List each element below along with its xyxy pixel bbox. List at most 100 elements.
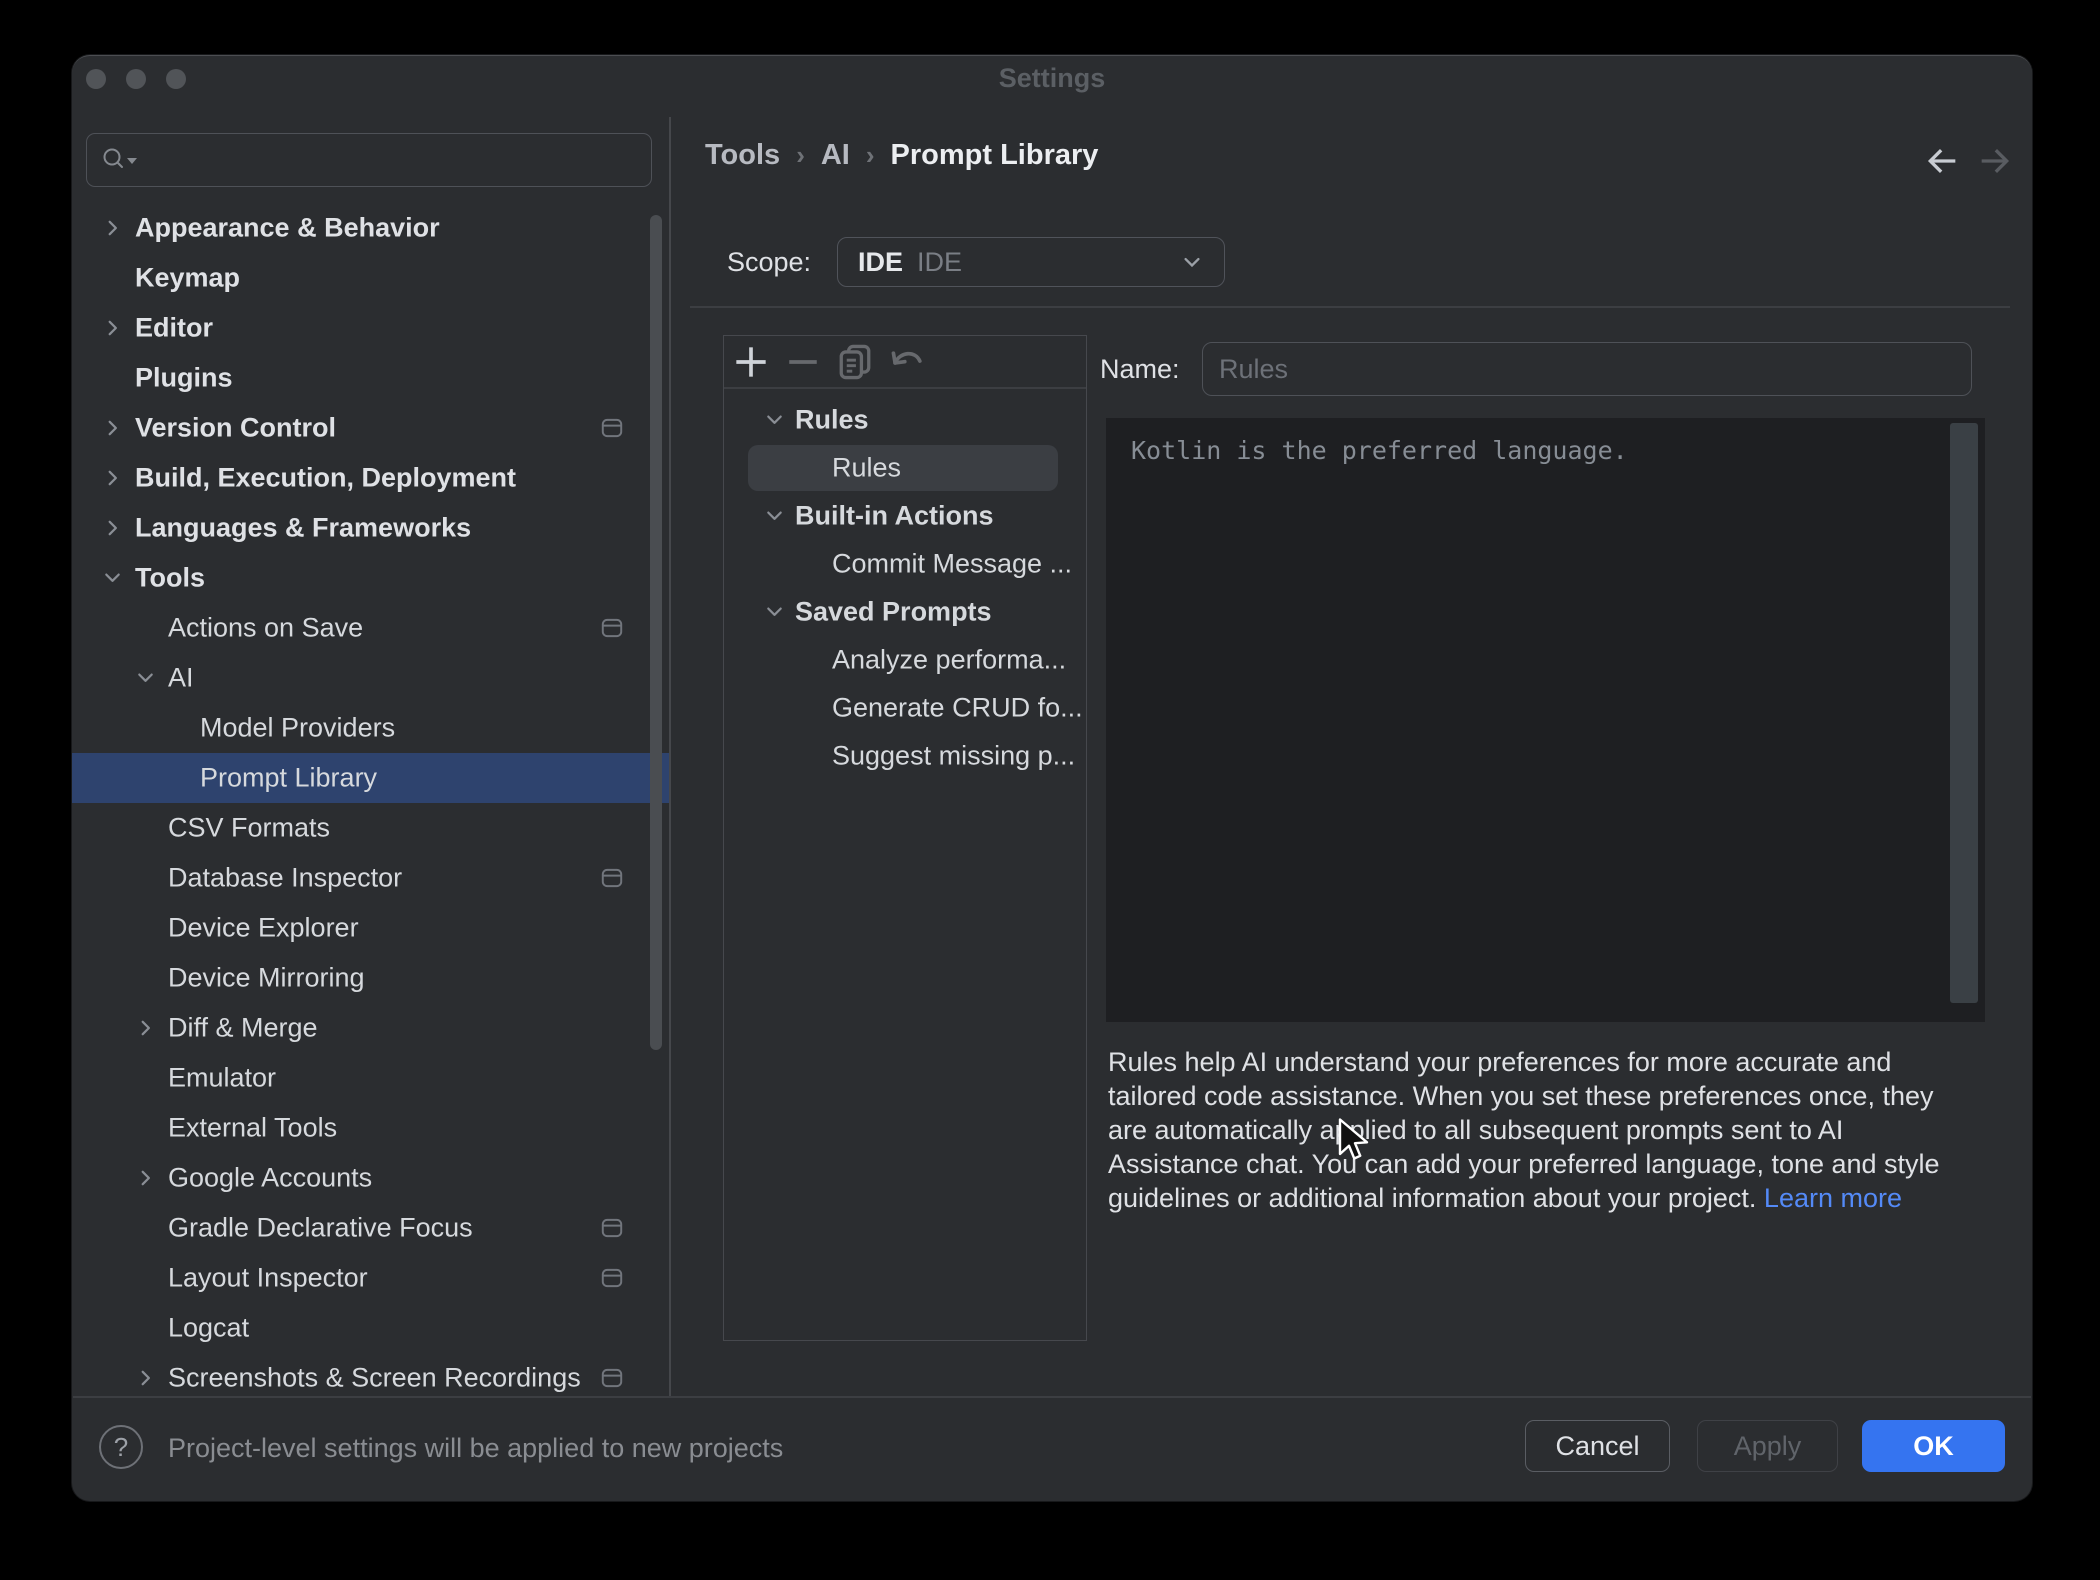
chevron-right-icon[interactable] [132, 1165, 159, 1192]
prompt-tree-item-saved-prompts[interactable]: Saved Prompts [726, 588, 1084, 636]
sidebar-item-label: AI [168, 663, 194, 694]
sidebar-item-tools[interactable]: Tools [72, 553, 669, 603]
search-icon [101, 145, 143, 180]
scope-value-primary: IDE [858, 247, 903, 278]
sidebar-item-label: Layout Inspector [168, 1263, 368, 1294]
sidebar-item-logcat[interactable]: Logcat [72, 1303, 669, 1353]
sidebar-item-label: Model Providers [200, 713, 395, 744]
sidebar-item-appearance-behavior[interactable]: Appearance & Behavior [72, 203, 669, 253]
prompt-tree-item-rules[interactable]: Rules [726, 444, 1084, 492]
chevron-right-icon[interactable] [99, 465, 126, 492]
scope-label: Scope: [727, 247, 811, 278]
forward-button[interactable] [1975, 141, 2015, 181]
sidebar-item-ai[interactable]: AI [72, 653, 669, 703]
description-line: tailored code assistance. When you set t… [1108, 1081, 1933, 1111]
sidebar-item-keymap[interactable]: Keymap [72, 253, 669, 303]
sidebar-item-device-explorer[interactable]: Device Explorer [72, 903, 669, 953]
rules-description: Rules help AI understand your preference… [1108, 1045, 1940, 1215]
prompt-tree-item-suggest-missing-p[interactable]: Suggest missing p... [726, 732, 1084, 780]
mouse-cursor [1337, 1118, 1379, 1171]
chevron-right-icon[interactable] [132, 1015, 159, 1042]
chevron-right-icon[interactable] [132, 1365, 159, 1392]
sidebar-item-version-control[interactable]: Version Control [72, 403, 669, 453]
sidebar-item-label: Actions on Save [168, 613, 363, 644]
sidebar-item-diff-merge[interactable]: Diff & Merge [72, 1003, 669, 1053]
prompt-tree-item-commit-message[interactable]: Commit Message ... [726, 540, 1084, 588]
chevron-right-icon[interactable] [99, 415, 126, 442]
description-line: Rules help AI understand your preference… [1108, 1047, 1891, 1077]
breadcrumb-tools[interactable]: Tools [705, 139, 780, 172]
learn-more-link[interactable]: Learn more [1764, 1183, 1902, 1213]
sidebar-item-device-mirroring[interactable]: Device Mirroring [72, 953, 669, 1003]
prompt-tree-item-generate-crud-fo[interactable]: Generate CRUD fo... [726, 684, 1084, 732]
sidebar-item-label: Gradle Declarative Focus [168, 1213, 473, 1244]
help-button[interactable]: ? [99, 1425, 143, 1469]
screen: Settings Appearance & BehaviorKeymap Edit… [0, 0, 2100, 1580]
chevron-down-icon[interactable] [761, 503, 788, 530]
scope-value-secondary: IDE [917, 247, 962, 278]
window-pane-icon [599, 1365, 625, 1391]
sidebar-scrollbar[interactable] [650, 215, 662, 1050]
sidebar-item-editor[interactable]: Editor [72, 303, 669, 353]
sidebar-item-database-inspector[interactable]: Database Inspector [72, 853, 669, 903]
sidebar-item-languages-frameworks[interactable]: Languages & Frameworks [72, 503, 669, 553]
sidebar-item-prompt-library[interactable]: Prompt Library [72, 753, 669, 803]
window-pane-icon [599, 865, 625, 891]
prompt-editor[interactable]: Kotlin is the preferred language. [1106, 418, 1985, 1022]
chevron-right-icon: › [796, 140, 805, 171]
prompt-tree-item-label: Commit Message ... [832, 549, 1072, 580]
scope-select[interactable]: IDE IDE [837, 237, 1225, 287]
undo-button[interactable] [885, 340, 929, 384]
cancel-button[interactable]: Cancel [1525, 1420, 1670, 1472]
scope-divider [690, 306, 2010, 308]
duplicate-prompt-button[interactable] [833, 340, 877, 384]
chevron-right-icon[interactable] [99, 515, 126, 542]
sidebar-item-actions-on-save[interactable]: Actions on Save [72, 603, 669, 653]
window-title: Settings [72, 63, 2032, 94]
sidebar-item-layout-inspector[interactable]: Layout Inspector [72, 1253, 669, 1303]
prompt-tree-item-label: Analyze performa... [832, 645, 1066, 676]
sidebar-item-external-tools[interactable]: External Tools [72, 1103, 669, 1153]
footer-divider [73, 1396, 2031, 1398]
sidebar-item-csv-formats[interactable]: CSV Formats [72, 803, 669, 853]
prompt-tree-item-label: Saved Prompts [795, 597, 992, 628]
sidebar-item-gradle-declarative-focus[interactable]: Gradle Declarative Focus [72, 1203, 669, 1253]
chevron-right-icon[interactable] [99, 215, 126, 242]
chevron-down-icon[interactable] [99, 565, 126, 592]
sidebar-item-build-execution-deployment[interactable]: Build, Execution, Deployment [72, 453, 669, 503]
chevron-down-icon[interactable] [132, 665, 159, 692]
sidebar-item-label: Logcat [168, 1313, 249, 1344]
editor-scrollbar[interactable] [1950, 423, 1978, 1003]
sidebar-item-label: CSV Formats [168, 813, 330, 844]
search-input[interactable] [143, 134, 637, 188]
chevron-right-icon[interactable] [99, 315, 126, 342]
toolbar-divider [724, 387, 1086, 389]
breadcrumb: Tools › AI › Prompt Library [705, 135, 1098, 175]
sidebar-item-label: Emulator [168, 1063, 276, 1094]
chevron-right-icon: › [866, 140, 875, 171]
sidebar-item-plugins[interactable]: Plugins [72, 353, 669, 403]
sidebar-item-label: Diff & Merge [168, 1013, 318, 1044]
description-line: are automatically applied to all subsequ… [1108, 1115, 1843, 1145]
prompt-tree-item-rules[interactable]: Rules [726, 396, 1084, 444]
chevron-down-icon[interactable] [761, 599, 788, 626]
prompt-tree-item-built-in-actions[interactable]: Built-in Actions [726, 492, 1084, 540]
sidebar-item-label: Build, Execution, Deployment [135, 463, 516, 494]
chevron-down-icon[interactable] [761, 407, 788, 434]
breadcrumb-ai[interactable]: AI [821, 139, 850, 172]
prompt-name-input[interactable] [1202, 342, 1972, 396]
add-prompt-button[interactable] [729, 340, 773, 384]
sidebar-item-google-accounts[interactable]: Google Accounts [72, 1153, 669, 1203]
remove-prompt-button[interactable] [781, 340, 825, 384]
sidebar-item-label: Editor [135, 313, 213, 344]
sidebar-item-label: Version Control [135, 413, 336, 444]
question-icon: ? [114, 1432, 128, 1463]
apply-button[interactable]: Apply [1697, 1420, 1838, 1472]
sidebar-item-emulator[interactable]: Emulator [72, 1053, 669, 1103]
prompt-tree-item-analyze-performa[interactable]: Analyze performa... [726, 636, 1084, 684]
back-button[interactable] [1922, 141, 1962, 181]
ok-button[interactable]: OK [1862, 1420, 2005, 1472]
footer-note: Project-level settings will be applied t… [168, 1433, 783, 1464]
sidebar-item-model-providers[interactable]: Model Providers [72, 703, 669, 753]
sidebar-item-label: Google Accounts [168, 1163, 372, 1194]
